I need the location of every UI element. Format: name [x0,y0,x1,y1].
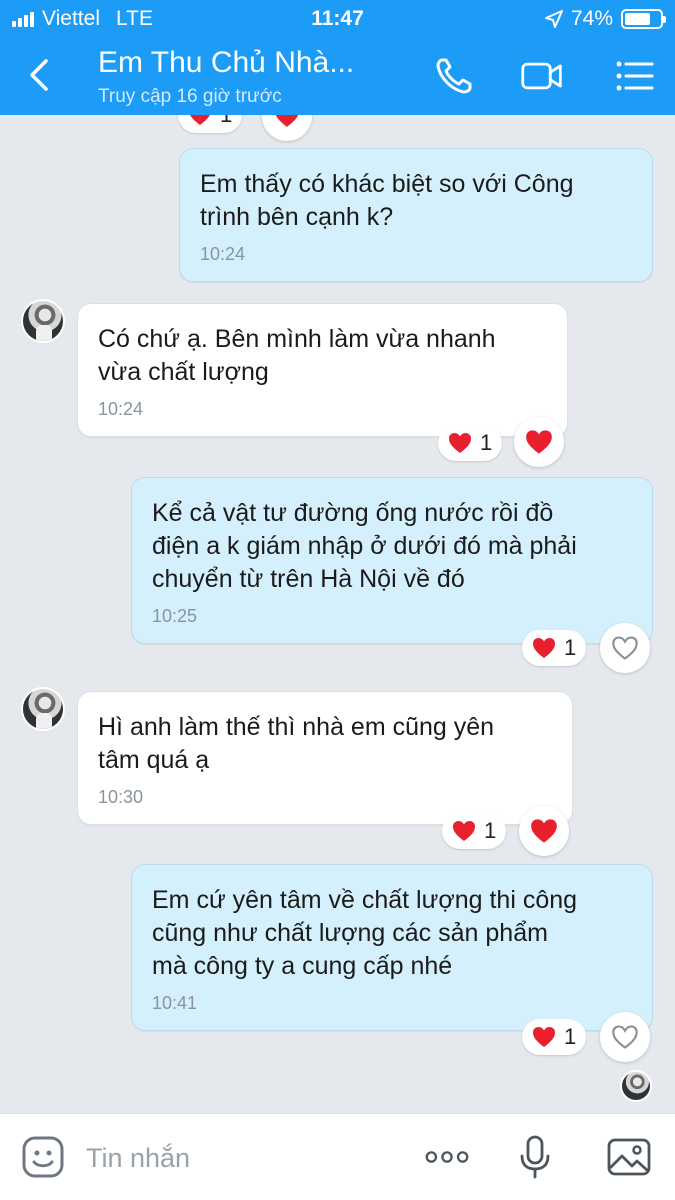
reaction-count[interactable]: 1 [442,813,507,849]
reaction-count-number: 1 [484,818,497,843]
heart-icon [533,1027,555,1047]
message-text-line: chuyển từ trên Hà Nội về đó [152,565,465,593]
message-time: 10:24 [200,244,246,264]
list-menu-icon[interactable] [612,54,656,98]
last-seen-status: Truy cập 16 giờ trước [98,86,282,107]
heart-outline-icon [612,636,638,660]
reaction-count-number: 1 [220,115,232,128]
incoming-message[interactable]: Có chứ ạ. Bên mình làm vừa nhanh vừa chấ… [77,303,568,437]
react-heart-button[interactable] [600,1012,650,1062]
more-dots-icon[interactable] [424,1134,470,1180]
message-text-line: tâm quá ạ [98,746,210,774]
message-text-line: Em thấy có khác biệt so với Công [200,170,574,198]
heart-icon [526,430,552,454]
battery-percent: 74% [570,7,613,30]
back-button[interactable] [22,55,58,95]
message-text-line: cũng như chất lượng các sản phẩm [152,919,548,947]
react-heart-button[interactable] [600,623,650,673]
reaction-count-number: 1 [564,635,577,660]
incoming-message[interactable]: Hì anh làm thế thì nhà em cũng yên tâm q… [77,691,573,825]
react-heart-button[interactable] [262,115,312,141]
reaction-count[interactable]: 1 [178,115,243,133]
battery-fill [625,13,651,25]
outgoing-message[interactable]: Em cứ yên tâm về chất lượng thi công cũn… [131,864,653,1031]
reaction-count-number: 1 [564,1024,577,1049]
status-right: 74% [544,7,666,31]
sticker-smile-icon[interactable] [20,1134,66,1180]
reaction-count[interactable]: 1 [522,630,587,666]
message-input-bar [0,1113,675,1200]
message-text-line: mà công ty a cung cấp nhé [152,952,453,980]
reaction-count[interactable]: 1 [522,1019,587,1055]
react-heart-button[interactable] [514,417,564,467]
heart-icon [531,819,557,843]
chat-header: Viettel LTE 11:47 74% Em Thu Chủ Nhà... … [0,0,675,115]
message-list[interactable]: 1 Em thấy có khác biệt so với Công trình… [0,115,675,1113]
message-time: 10:30 [98,787,144,807]
video-camera-icon[interactable] [520,54,564,98]
react-heart-button[interactable] [519,806,569,856]
message-text-line: vừa chất lượng [98,358,269,386]
message-time: 10:25 [152,606,198,626]
message-input[interactable] [86,1138,386,1178]
image-gallery-icon[interactable] [606,1134,652,1180]
contact-name[interactable]: Em Thu Chủ Nhà... [98,46,354,80]
message-time: 10:41 [152,993,198,1013]
chevron-left-icon [30,59,48,91]
outgoing-message[interactable]: Em thấy có khác biệt so với Công trình b… [179,148,653,282]
avatar[interactable] [21,299,65,343]
phone-icon[interactable] [432,54,476,98]
heart-outline-icon [612,1025,638,1049]
heart-icon [275,115,299,127]
message-text-line: Có chứ ạ. Bên mình làm vừa nhanh [98,325,496,353]
heart-icon [453,821,475,841]
message-text-line: Kể cả vật tư đường ống nước rồi đồ [152,499,554,527]
outgoing-message[interactable]: Kể cả vật tư đường ống nước rồi đồ điện … [131,477,653,644]
status-bar: Viettel LTE 11:47 74% [0,0,675,38]
heart-icon [533,638,555,658]
message-text-line: Em cứ yên tâm về chất lượng thi công [152,886,578,914]
reaction-count[interactable]: 1 [438,425,503,461]
avatar[interactable] [21,687,65,731]
location-arrow-icon [544,10,563,28]
seen-avatar [620,1070,652,1102]
message-text-line: trình bên cạnh k? [200,203,394,231]
message-text-line: điện a k giám nhập ở dưới đó mà phải [152,532,577,560]
message-text-line: Hì anh làm thế thì nhà em cũng yên [98,713,495,741]
microphone-icon[interactable] [512,1134,558,1180]
heart-icon [449,433,471,453]
heart-icon [190,115,210,125]
message-time: 10:24 [98,399,144,419]
reaction-count-number: 1 [480,430,493,455]
battery-icon [621,9,666,29]
